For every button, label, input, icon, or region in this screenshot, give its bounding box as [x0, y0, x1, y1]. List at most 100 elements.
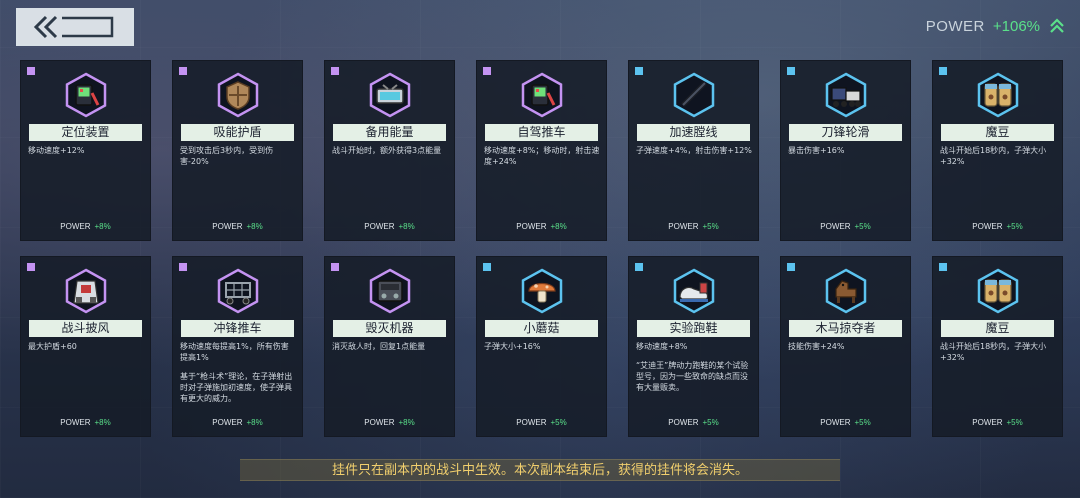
card-power: POWER +8%	[325, 418, 454, 427]
card-power-value: +8%	[550, 222, 567, 231]
pendant-description: 战斗开始时，额外获得3点能量	[332, 145, 448, 156]
pendant-description: 受到攻击后3秒内，受到伤害-20%	[180, 145, 296, 167]
card-power: POWER +5%	[781, 222, 910, 231]
effect-text: 暴击伤害+16%	[788, 146, 845, 155]
pendant-card[interactable]: 冲锋推车 移动速度每提高1%，所有伤害提高1% 基于“枪斗术”理论，在子弹射出时对子…	[172, 256, 303, 437]
pendant-description: 消灭敌人时，回复1点能量	[332, 341, 448, 352]
machine-icon	[366, 267, 414, 315]
card-power-value: +5%	[1006, 222, 1023, 231]
pendant-description: 技能伤害+24%	[788, 341, 904, 352]
card-power-label: POWER	[60, 418, 91, 427]
card-power-label: POWER	[60, 222, 91, 231]
pendant-card[interactable]: 木马掠夺者技能伤害+24% POWER +5%	[780, 256, 911, 437]
pendant-name: 木马掠夺者	[789, 320, 902, 337]
pendant-card[interactable]: 刀锋轮滑暴击伤害+16% POWER +5%	[780, 60, 911, 241]
pendant-description: 移动速度每提高1%，所有伤害提高1% 基于“枪斗术”理论，在子弹射出时对子弹施加初…	[180, 341, 296, 404]
pendant-description: 暴击伤害+16%	[788, 145, 904, 156]
pendant-name: 小蘑菇	[485, 320, 598, 337]
card-power: POWER +5%	[477, 418, 606, 427]
back-button[interactable]	[16, 8, 134, 46]
card-power: POWER +8%	[173, 418, 302, 427]
blade-skates-icon	[822, 71, 870, 119]
card-power-label: POWER	[668, 222, 699, 231]
effect-text: 移动速度+12%	[28, 146, 85, 155]
battery-icon	[366, 71, 414, 119]
pendant-card[interactable]: 魔豆战斗开始后18秒内，子弹大小+32% POWER +5%	[932, 60, 1063, 241]
card-power-label: POWER	[516, 222, 547, 231]
gps-device-icon	[62, 71, 110, 119]
total-power-indicator: POWER +106%	[926, 16, 1066, 36]
effect-text: 移动速度+8%；移动时，射击速度+24%	[484, 146, 600, 166]
pendant-description: 战斗开始后18秒内，子弹大小+32%	[940, 145, 1056, 167]
card-power: POWER +5%	[629, 418, 758, 427]
card-power-label: POWER	[668, 418, 699, 427]
pendant-name: 战斗披风	[29, 320, 142, 337]
pendant-card[interactable]: 战斗披风最大护盾+60 POWER +8%	[20, 256, 151, 437]
cape-icon	[62, 267, 110, 315]
pendant-description: 子弹大小+16%	[484, 341, 600, 352]
pendant-description: 最大护盾+60	[28, 341, 144, 352]
pendant-name: 实验跑鞋	[637, 320, 750, 337]
card-power: POWER +5%	[781, 418, 910, 427]
rarity-marker	[331, 67, 339, 75]
rarity-marker	[483, 67, 491, 75]
pendant-card[interactable]: 吸能护盾 受到攻击后3秒内，受到伤害-20% POWER +8%	[172, 60, 303, 241]
effect-text: 战斗开始后18秒内，子弹大小+32%	[940, 146, 1047, 166]
pendant-name: 定位装置	[29, 124, 142, 141]
card-power: POWER +8%	[21, 418, 150, 427]
pendant-description: 移动速度+8% “艾迪王”牌动力跑鞋的某个试验型号，因为一些致命的缺点而没有大量贩…	[636, 341, 752, 393]
rarity-marker	[331, 263, 339, 271]
rarity-marker	[179, 263, 187, 271]
card-power-value: +8%	[398, 222, 415, 231]
rarity-marker	[787, 263, 795, 271]
card-power-value: +8%	[246, 222, 263, 231]
rarity-marker	[787, 67, 795, 75]
pendant-description: 战斗开始后18秒内，子弹大小+32%	[940, 341, 1056, 363]
pendant-name: 魔豆	[941, 320, 1054, 337]
pendant-name: 魔豆	[941, 124, 1054, 141]
rarity-marker	[27, 263, 35, 271]
cart-icon	[214, 267, 262, 315]
pendant-card[interactable]: 备用能量战斗开始时，额外获得3点能量 POWER +8%	[324, 60, 455, 241]
pendant-card[interactable]: 魔豆 战斗开始后18秒内，子弹大小+32% POWER +5%	[932, 256, 1063, 437]
pendant-name: 刀锋轮滑	[789, 124, 902, 141]
card-power-label: POWER	[212, 222, 243, 231]
pendant-card[interactable]: 小蘑菇子弹大小+16% POWER +5%	[476, 256, 607, 437]
effect-text: 战斗开始后18秒内，子弹大小+32%	[940, 342, 1047, 362]
effect-text: 受到攻击后3秒内，受到伤害-20%	[180, 146, 274, 166]
wooden-horse-icon	[822, 267, 870, 315]
power-value: +106%	[992, 17, 1040, 35]
pendant-card[interactable]: 自驾推车 移动速度+8%；移动时，射击速度+24% POWER +8%	[476, 60, 607, 241]
effect-text: 技能伤害+24%	[788, 342, 845, 351]
pendant-card[interactable]: 定位装置移动速度+12% POWER +8%	[20, 60, 151, 241]
effect-text: 子弹速度+4%，射击伤害+12%	[636, 146, 752, 155]
pendant-card[interactable]: 加速膛线 子弹速度+4%，射击伤害+12% POWER +5%	[628, 60, 759, 241]
card-power-value: +8%	[94, 222, 111, 231]
card-power-value: +5%	[702, 418, 719, 427]
pendant-card[interactable]: 实验跑鞋移动速度+8% “艾迪王”牌动力跑鞋的某个试验型号，因为一些致命的缺点而没…	[628, 256, 759, 437]
rarity-marker	[27, 67, 35, 75]
gps-device-icon	[518, 71, 566, 119]
card-power: POWER +8%	[173, 222, 302, 231]
pendant-card[interactable]: 毁灭机器消灭敌人时，回复1点能量 POWER +8%	[324, 256, 455, 437]
running-shoe-icon	[670, 267, 718, 315]
card-power: POWER +8%	[21, 222, 150, 231]
pendant-description: 移动速度+8%；移动时，射击速度+24%	[484, 145, 600, 167]
card-power-label: POWER	[972, 222, 1003, 231]
shield-icon	[214, 71, 262, 119]
rarity-marker	[939, 263, 947, 271]
card-power-value: +8%	[398, 418, 415, 427]
rifle-barrel-icon	[670, 71, 718, 119]
effect-text: 移动速度+8%	[636, 342, 688, 351]
card-power-label: POWER	[364, 222, 395, 231]
card-power-value: +8%	[246, 418, 263, 427]
effect-text: 子弹大小+16%	[484, 342, 541, 351]
pendant-name: 毁灭机器	[333, 320, 446, 337]
pendant-description: 移动速度+12%	[28, 145, 144, 156]
card-power-label: POWER	[516, 418, 547, 427]
pendant-name: 加速膛线	[637, 124, 750, 141]
flavor-text: 基于“枪斗术”理论，在子弹射出时对子弹施加初速度，使子弹具有更大的威力。	[180, 372, 293, 403]
effect-text: 战斗开始时，额外获得3点能量	[332, 146, 442, 155]
card-power-label: POWER	[820, 418, 851, 427]
pendant-name: 备用能量	[333, 124, 446, 141]
